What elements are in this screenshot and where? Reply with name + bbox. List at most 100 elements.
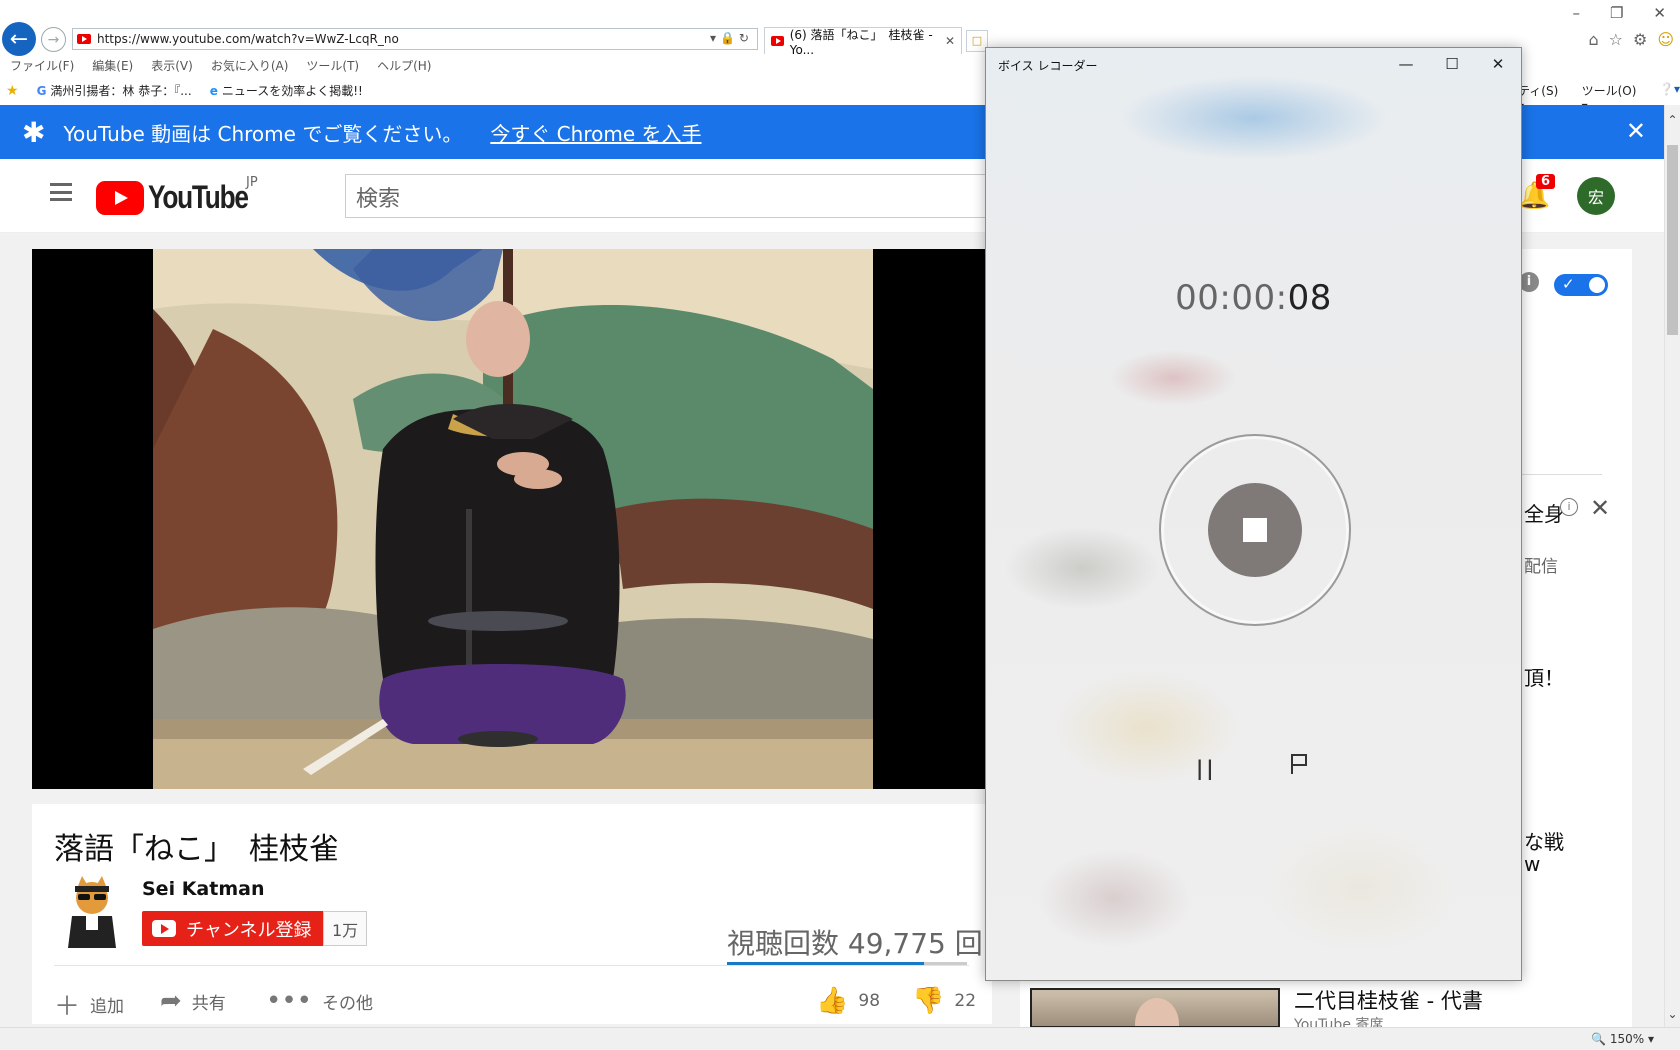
tab-title: (6) 落語「ねこ」 桂枝雀 - Yo... [789,27,933,57]
sidebar-divider [1520,474,1602,475]
timer-seconds: 08 [1287,278,1332,318]
arrow-left-icon: ← [9,26,29,52]
browser-toolbar-icons: ⌂ ☆ ⚙ ☺ [1588,30,1674,49]
like-button[interactable]: 👍 98 [816,986,880,1016]
subscriber-count: 1万 [323,911,368,946]
search-input[interactable]: 検索 [345,174,995,218]
voice-recorder-window: ボイス レコーダー — ☐ ✕ 00:00:08 | | [985,47,1522,981]
flag-marker-icon[interactable] [1289,753,1309,775]
menu-edit[interactable]: 編集(E) [92,57,133,74]
favorites-bar: ★ G 満州引揚者：林 恭子：『... e ニュースを効率よく掲載!! [6,82,363,99]
smiley-icon[interactable]: ☺ [1657,30,1674,49]
menu-view[interactable]: 表示(V) [151,57,193,74]
browser-window-controls: – ❐ ✕ [1572,4,1666,22]
back-button[interactable]: ← [2,22,36,56]
more-label: その他 [322,993,374,1014]
asterisk-icon: ✱ [22,115,46,149]
forward-button[interactable]: → [41,27,66,52]
stop-icon [1243,518,1267,542]
address-bar[interactable]: https://www.youtube.com/watch?v=WwZ-LcqR… [72,28,758,50]
share-button[interactable]: ➦ 共有 [160,986,226,1016]
scroll-thumb[interactable] [1667,145,1678,335]
close-icon[interactable]: ✕ [1626,117,1646,145]
restore-icon[interactable]: ❐ [1610,4,1623,22]
check-icon: ✓ [1562,275,1575,293]
notification-badge: 6 [1536,174,1556,189]
youtube-favicon-icon [771,36,784,46]
video-info-card: 落語「ねこ」 桂枝雀 Sei Katman チャンネル登録 1万 視聴回数 49… [32,804,992,1024]
video-player[interactable] [32,249,1032,789]
close-icon[interactable]: ✕ [1653,4,1666,22]
channel-avatar[interactable] [62,876,122,948]
favorite-link-2[interactable]: e ニュースを効率よく掲載!! [210,82,363,99]
youtube-logo-text: YouTube [148,179,249,215]
sidebar-fragment: 配信 [1524,557,1558,577]
stop-recording-button[interactable] [1208,483,1302,577]
autoplay-toggle[interactable]: ✓ [1554,274,1608,296]
favorite-link-1-label: 満州引揚者：林 恭子：『... [50,84,192,98]
gear-icon[interactable]: ⚙ [1633,30,1647,49]
youtube-favicon-icon [77,34,91,44]
address-tools[interactable]: ▾🔒↻ [710,31,753,45]
chevron-up-icon[interactable]: ⌃ [1665,113,1680,127]
favorites-icon[interactable]: ☆ [1609,30,1623,49]
favorite-link-2-label: ニュースを効率よく掲載!! [221,84,363,98]
subscribe-button[interactable]: チャンネル登録 [142,911,324,946]
menu-tools[interactable]: ツール(T) [306,57,359,74]
avatar[interactable]: 宏 [1577,177,1615,215]
menu-bar: ファイル(F) 編集(E) 表示(V) お気に入り(A) ツール(T) ヘルプ(… [10,57,431,74]
recording-timer: 00:00:08 [986,278,1521,318]
browser-tab[interactable]: (6) 落語「ねこ」 桂枝雀 - Yo... ✕ [764,27,962,57]
sidebar-fragment: 全身 [1524,502,1564,526]
close-tab-icon[interactable]: ✕ [945,34,955,48]
pause-icon[interactable]: | | [1196,756,1214,780]
channel-name[interactable]: Sei Katman [142,878,264,900]
info-icon[interactable]: i [1519,272,1539,292]
youtube-logo[interactable]: YouTube JP [96,175,270,216]
video-title: 落語「ねこ」 桂枝雀 [54,832,339,867]
zoom-icon: 🔍 [1591,1032,1607,1046]
view-count: 視聴回数 49,775 回 [727,927,983,960]
dislike-count: 22 [954,991,977,1011]
close-icon[interactable]: ✕ [1590,494,1610,522]
timer-hours-minutes: 00:00: [1175,278,1288,318]
hamburger-menu-icon[interactable] [50,183,72,201]
related-video-thumbnail[interactable] [1030,988,1280,1028]
thumbs-up-icon: 👍 [816,986,849,1016]
related-video-title[interactable]: 二代目桂枝雀 - 代書 [1294,985,1483,1015]
minimize-icon[interactable]: — [1383,48,1429,80]
info-icon[interactable]: i [1560,498,1578,516]
menu-file[interactable]: ファイル(F) [10,57,74,74]
favorite-link-1[interactable]: G 満州引揚者：林 恭子：『... [37,82,192,99]
more-button[interactable]: ••• その他 [266,986,373,1016]
url-text: https://www.youtube.com/watch?v=WwZ-LcqR… [97,32,399,46]
chevron-down-icon[interactable]: ⌄ [1665,1007,1680,1021]
close-icon[interactable]: ✕ [1475,48,1521,80]
dislike-button[interactable]: 👎 22 [912,986,976,1016]
menu-favorites[interactable]: お気に入り(A) [211,57,289,74]
share-label: 共有 [191,993,226,1014]
zoom-control[interactable]: 🔍 150% ▾ [1591,1032,1654,1046]
window-controls: — ☐ ✕ [1383,48,1521,80]
get-chrome-link[interactable]: 今すぐ Chrome を入手 [490,118,701,147]
youtube-icon [152,920,176,937]
home-icon[interactable]: ⌂ [1588,30,1598,49]
plus-icon: ＋ [54,992,81,1022]
sidebar-fragment: 頂！ [1524,666,1564,690]
favorites-star-icon[interactable]: ★ [6,83,19,99]
share-arrow-icon: ➦ [160,986,182,1016]
minimize-icon[interactable]: – [1572,4,1580,22]
scrollbar[interactable]: ⌃ ⌄ [1664,105,1680,1027]
video-frame-image [153,249,873,789]
maximize-icon[interactable]: ☐ [1429,48,1475,80]
youtube-play-logo-icon [96,180,144,215]
action-row: ＋ 追加 ➦ 共有 ••• その他 👍 98 👎 22 [54,980,976,1023]
menu-help[interactable]: ヘルプ(H) [377,57,431,74]
sidebar-fragment: w [1524,852,1541,876]
banner-text: YouTube 動画は Chrome でご覧ください。 [63,121,463,146]
window-title: ボイス レコーダー [998,59,1098,73]
sidebar-fragment: な戦 [1524,830,1564,854]
region-label: JP [246,175,258,190]
add-to-playlist-button[interactable]: ＋ 追加 [54,986,124,1023]
divider [54,965,969,966]
